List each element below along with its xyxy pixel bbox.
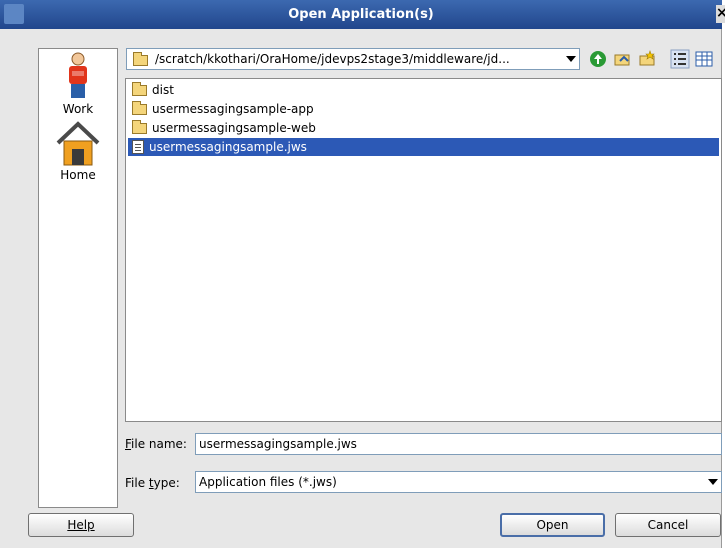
- title-bar: Open Application(s) ×: [0, 0, 725, 29]
- open-label: Open: [536, 518, 569, 532]
- chevron-down-icon[interactable]: [708, 479, 718, 485]
- filetype-label: File type:: [125, 476, 180, 490]
- close-icon[interactable]: ×: [716, 5, 725, 23]
- list-item[interactable]: usermessagingsample-app: [132, 100, 318, 118]
- location-combo[interactable]: /scratch/kkothari/OraHome/jdevps2stage3/…: [126, 48, 580, 70]
- sidebar-item-label: Work: [62, 102, 94, 116]
- sidebar-item-label: Home: [60, 168, 96, 182]
- open-button[interactable]: Open: [500, 513, 605, 537]
- folder-icon: [132, 81, 147, 96]
- work-person-icon: [69, 52, 87, 98]
- go-up-icon[interactable]: [588, 49, 608, 69]
- home-icon: [56, 121, 100, 166]
- help-button[interactable]: Help: [28, 513, 134, 537]
- file-name: dist: [152, 83, 174, 97]
- file-icon: [132, 140, 144, 154]
- list-view-icon[interactable]: [670, 49, 690, 69]
- file-name: usermessagingsample-app: [152, 102, 314, 116]
- folder-icon: [133, 52, 148, 66]
- folder-icon: [132, 119, 147, 134]
- file-list[interactable]: dist usermessagingsample-app usermessagi…: [125, 78, 722, 422]
- help-label: Help: [67, 518, 95, 532]
- details-view-icon[interactable]: [694, 49, 714, 69]
- list-item[interactable]: usermessagingsample-web: [132, 119, 320, 137]
- file-name: usermessagingsample.jws: [149, 140, 307, 154]
- home-folder-icon[interactable]: [612, 49, 632, 69]
- list-item-selected[interactable]: usermessagingsample.jws: [128, 138, 719, 156]
- file-name: usermessagingsample-web: [152, 121, 316, 135]
- list-item[interactable]: dist: [132, 81, 178, 99]
- chevron-down-icon[interactable]: [566, 56, 576, 62]
- new-folder-icon[interactable]: [637, 49, 657, 69]
- folder-icon: [132, 100, 147, 115]
- cancel-button[interactable]: Cancel: [615, 513, 721, 537]
- sidebar-item-work[interactable]: Work: [39, 51, 117, 116]
- cancel-label: Cancel: [647, 518, 689, 532]
- filetype-value: Application files (*.jws): [199, 475, 337, 489]
- filetype-select[interactable]: Application files (*.jws): [195, 471, 722, 493]
- filename-label: File name:: [125, 437, 187, 451]
- open-application-dialog: Open Application(s) × Location: /scratch…: [0, 0, 725, 548]
- places-sidebar: Work Home: [38, 48, 118, 508]
- window-title: Open Application(s): [288, 7, 434, 22]
- location-path: /scratch/kkothari/OraHome/jdevps2stage3/…: [155, 52, 510, 66]
- filename-input[interactable]: usermessagingsample.jws: [195, 433, 722, 455]
- sidebar-item-home[interactable]: Home: [39, 121, 117, 182]
